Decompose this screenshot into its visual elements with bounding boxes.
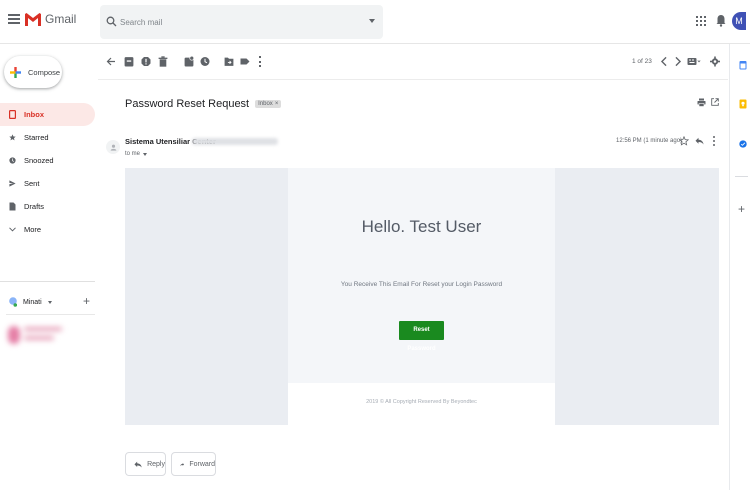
reply-icon[interactable] — [695, 137, 704, 145]
email-description: You Receive This Email For Reset your Lo… — [340, 281, 503, 288]
star-icon — [9, 134, 16, 141]
sidebar-divider — [0, 281, 95, 282]
sidebar-item-label: Drafts — [24, 202, 45, 211]
sidebar-item-label: Inbox — [24, 110, 44, 119]
open-new-window-icon[interactable] — [711, 98, 719, 106]
gmail-wordmark: Gmail — [45, 12, 77, 26]
draft-icon — [9, 202, 16, 211]
message-timestamp: 12:56 PM (1 minute ago) — [616, 138, 683, 144]
input-tools-icon[interactable] — [687, 56, 701, 67]
tasks-icon[interactable] — [739, 139, 747, 149]
clock-icon — [9, 157, 16, 164]
side-panel: + — [729, 44, 750, 490]
show-details-caret-icon[interactable] — [143, 152, 148, 156]
search-input[interactable] — [120, 15, 350, 29]
hangouts-account[interactable]: Minati + — [9, 294, 95, 310]
inbox-label-text: Inbox — [258, 101, 273, 107]
message-more-icon[interactable] — [713, 136, 716, 146]
email-subject: Password Reset Request — [125, 98, 250, 110]
compose-plus-icon — [10, 66, 21, 78]
notifications-icon[interactable] — [716, 14, 726, 27]
add-contact-icon[interactable]: + — [83, 295, 90, 307]
chevron-down-icon — [9, 227, 16, 232]
search-options-icon[interactable] — [369, 19, 375, 23]
search-icon[interactable] — [106, 16, 117, 27]
copyright-text: 2019 © All Copyright Reserved By Beyondt… — [366, 399, 477, 405]
sidebar-item-label: Starred — [24, 133, 49, 142]
sidebar: Compose Inbox Starred Snoozed Sent Draft… — [0, 44, 98, 490]
blurred-contact[interactable] — [8, 324, 68, 354]
email-footer: 2019 © All Copyright Reserved By Beyondt… — [288, 383, 555, 425]
inbox-label-chip[interactable]: Inbox × — [255, 100, 282, 108]
compose-button[interactable]: Compose — [4, 56, 62, 88]
compose-label: Compose — [28, 67, 61, 77]
subject-row: Password Reset Request Inbox × — [125, 97, 282, 111]
side-panel-divider — [735, 176, 748, 177]
account-caret-icon[interactable] — [47, 300, 52, 304]
mark-unread-icon[interactable] — [184, 56, 194, 67]
move-to-icon[interactable] — [224, 56, 234, 67]
snooze-icon[interactable] — [200, 56, 210, 67]
star-message-icon[interactable] — [679, 136, 689, 146]
sidebar-item-label: Sent — [24, 179, 40, 188]
main-menu-icon[interactable] — [8, 14, 20, 24]
print-icon[interactable] — [697, 98, 706, 107]
sidebar-item-drafts[interactable]: Drafts — [0, 195, 95, 218]
newer-chevron-icon[interactable] — [673, 56, 683, 67]
reply-arrow-icon — [134, 461, 142, 467]
forward-button[interactable]: Forward — [171, 452, 216, 476]
keep-icon[interactable] — [739, 99, 747, 109]
apps-grid-icon[interactable] — [696, 16, 706, 26]
remove-label-icon[interactable]: × — [275, 101, 279, 107]
sender-avatar[interactable] — [106, 140, 120, 154]
gmail-logo[interactable]: Gmail — [25, 12, 76, 26]
sidebar-item-snoozed[interactable]: Snoozed — [0, 149, 95, 172]
reset-password-button[interactable]: Reset Password — [399, 321, 444, 352]
email-heading: Hello. Test User — [361, 217, 482, 236]
sidebar-item-starred[interactable]: Starred — [0, 126, 95, 149]
gmail-m-icon — [25, 12, 41, 26]
archive-icon[interactable] — [124, 56, 134, 67]
hangouts-account-name: Minati — [23, 298, 42, 306]
send-icon — [9, 180, 16, 187]
inbox-icon — [9, 110, 16, 119]
settings-gear-icon[interactable] — [710, 56, 720, 67]
sidebar-item-inbox[interactable]: Inbox — [0, 103, 95, 126]
calendar-icon[interactable] — [739, 60, 747, 70]
email-content: Hello. Test User You Receive This Email … — [125, 168, 719, 425]
recipient-line[interactable]: to me — [125, 151, 148, 157]
more-options-icon[interactable] — [258, 56, 261, 67]
sidebar-item-label: Snoozed — [24, 156, 54, 165]
sidebar-item-sent[interactable]: Sent — [0, 172, 95, 195]
hangouts-avatar-icon — [9, 297, 17, 307]
back-arrow-icon[interactable] — [106, 56, 116, 67]
email-card: Hello. Test User You Receive This Email … — [288, 168, 555, 383]
reply-button[interactable]: Reply — [125, 452, 166, 476]
sender-email-redacted — [192, 138, 278, 145]
recipient-text: to me — [125, 151, 141, 157]
forward-label: Forward — [189, 460, 215, 468]
sidebar-item-more[interactable]: More — [0, 218, 95, 241]
search-bar[interactable] — [100, 5, 383, 39]
delete-icon[interactable] — [158, 56, 168, 67]
get-addons-icon[interactable]: + — [738, 203, 745, 215]
label-icon[interactable] — [240, 56, 250, 67]
person-icon — [110, 144, 116, 151]
forward-arrow-icon — [180, 462, 185, 466]
hangouts-divider — [6, 314, 95, 315]
sidebar-nav: Inbox Starred Snoozed Sent Drafts More — [0, 103, 95, 241]
reply-label: Reply — [147, 460, 165, 468]
account-avatar[interactable]: M — [732, 12, 746, 30]
sidebar-item-label: More — [24, 225, 42, 234]
top-bar: Gmail M — [0, 0, 750, 44]
report-spam-icon[interactable] — [141, 56, 151, 67]
older-chevron-icon[interactable] — [659, 56, 669, 67]
message-toolbar: 1 of 23 — [98, 44, 728, 80]
pagination-count: 1 of 23 — [632, 58, 652, 65]
